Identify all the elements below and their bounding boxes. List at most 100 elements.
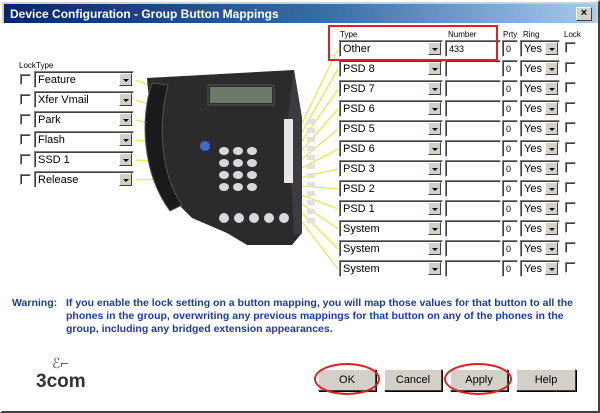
chevron-down-icon[interactable]: [545, 202, 558, 215]
ring-select[interactable]: Yes: [520, 60, 560, 77]
ring-select[interactable]: Yes: [520, 220, 560, 237]
right-type-select[interactable]: System: [339, 220, 443, 237]
ring-select[interactable]: Yes: [520, 240, 560, 257]
chevron-down-icon[interactable]: [545, 222, 558, 235]
right-type-select[interactable]: PSD 6: [339, 100, 443, 117]
number-input[interactable]: [445, 160, 501, 177]
chevron-down-icon[interactable]: [119, 113, 132, 126]
right-type-select[interactable]: System: [339, 260, 443, 277]
chevron-down-icon[interactable]: [119, 93, 132, 106]
right-lock-checkbox[interactable]: [565, 142, 576, 153]
chevron-down-icon[interactable]: [428, 102, 441, 115]
number-input[interactable]: [445, 260, 501, 277]
priority-input[interactable]: 0: [502, 180, 518, 197]
close-button[interactable]: ×: [576, 7, 592, 21]
right-lock-checkbox[interactable]: [565, 222, 576, 233]
right-type-select[interactable]: PSD 3: [339, 160, 443, 177]
right-lock-checkbox[interactable]: [565, 102, 576, 113]
number-input[interactable]: [445, 100, 501, 117]
priority-input[interactable]: 0: [502, 100, 518, 117]
chevron-down-icon[interactable]: [545, 82, 558, 95]
chevron-down-icon[interactable]: [119, 133, 132, 146]
ring-select[interactable]: Yes: [520, 40, 560, 57]
chevron-down-icon[interactable]: [545, 42, 558, 55]
chevron-down-icon[interactable]: [545, 262, 558, 275]
chevron-down-icon[interactable]: [428, 162, 441, 175]
chevron-down-icon[interactable]: [428, 262, 441, 275]
left-type-select[interactable]: Feature: [34, 71, 134, 88]
priority-input[interactable]: 0: [502, 140, 518, 157]
chevron-down-icon[interactable]: [428, 82, 441, 95]
chevron-down-icon[interactable]: [119, 153, 132, 166]
right-type-select[interactable]: PSD 6: [339, 140, 443, 157]
ring-select[interactable]: Yes: [520, 200, 560, 217]
right-lock-checkbox[interactable]: [565, 162, 576, 173]
chevron-down-icon[interactable]: [119, 173, 132, 186]
number-input[interactable]: [445, 220, 501, 237]
left-lock-checkbox[interactable]: [20, 114, 31, 125]
priority-input[interactable]: 0: [502, 80, 518, 97]
right-type-select[interactable]: PSD 8: [339, 60, 443, 77]
right-type-select[interactable]: PSD 2: [339, 180, 443, 197]
number-input[interactable]: [445, 200, 501, 217]
chevron-down-icon[interactable]: [428, 62, 441, 75]
priority-input[interactable]: 0: [502, 220, 518, 237]
number-input[interactable]: [445, 240, 501, 257]
chevron-down-icon[interactable]: [545, 162, 558, 175]
ring-select[interactable]: Yes: [520, 140, 560, 157]
chevron-down-icon[interactable]: [428, 122, 441, 135]
left-lock-checkbox[interactable]: [20, 94, 31, 105]
right-lock-checkbox[interactable]: [565, 42, 576, 53]
left-lock-checkbox[interactable]: [20, 134, 31, 145]
right-lock-checkbox[interactable]: [565, 82, 576, 93]
priority-input[interactable]: 0: [502, 60, 518, 77]
priority-input[interactable]: 0: [502, 200, 518, 217]
left-type-select[interactable]: Release: [34, 171, 134, 188]
priority-input[interactable]: 0: [502, 260, 518, 277]
number-input[interactable]: [445, 140, 501, 157]
priority-input[interactable]: 0: [502, 160, 518, 177]
number-input[interactable]: [445, 80, 501, 97]
help-button[interactable]: Help: [516, 369, 576, 391]
right-lock-checkbox[interactable]: [565, 62, 576, 73]
chevron-down-icon[interactable]: [545, 182, 558, 195]
right-type-select[interactable]: PSD 5: [339, 120, 443, 137]
chevron-down-icon[interactable]: [428, 182, 441, 195]
priority-input[interactable]: 0: [502, 120, 518, 137]
left-type-select[interactable]: Park: [34, 111, 134, 128]
left-lock-checkbox[interactable]: [20, 74, 31, 85]
right-type-select[interactable]: PSD 1: [339, 200, 443, 217]
right-type-select[interactable]: System: [339, 240, 443, 257]
priority-input[interactable]: 0: [502, 240, 518, 257]
priority-input[interactable]: 0: [502, 40, 518, 57]
chevron-down-icon[interactable]: [428, 222, 441, 235]
right-type-select[interactable]: PSD 7: [339, 80, 443, 97]
left-lock-checkbox[interactable]: [20, 154, 31, 165]
ring-select[interactable]: Yes: [520, 160, 560, 177]
chevron-down-icon[interactable]: [119, 73, 132, 86]
ring-select[interactable]: Yes: [520, 100, 560, 117]
left-type-select[interactable]: SSD 1: [34, 151, 134, 168]
cancel-button[interactable]: Cancel: [384, 369, 442, 391]
right-lock-checkbox[interactable]: [565, 202, 576, 213]
right-lock-checkbox[interactable]: [565, 122, 576, 133]
chevron-down-icon[interactable]: [545, 122, 558, 135]
right-lock-checkbox[interactable]: [565, 182, 576, 193]
number-input[interactable]: [445, 180, 501, 197]
chevron-down-icon[interactable]: [428, 242, 441, 255]
title-bar[interactable]: Device Configuration - Group Button Mapp…: [4, 4, 596, 23]
right-lock-checkbox[interactable]: [565, 262, 576, 273]
chevron-down-icon[interactable]: [545, 242, 558, 255]
right-lock-checkbox[interactable]: [565, 242, 576, 253]
chevron-down-icon[interactable]: [545, 142, 558, 155]
chevron-down-icon[interactable]: [428, 202, 441, 215]
ring-select[interactable]: Yes: [520, 120, 560, 137]
ring-select[interactable]: Yes: [520, 180, 560, 197]
number-input[interactable]: [445, 60, 501, 77]
number-input[interactable]: [445, 120, 501, 137]
ring-select[interactable]: Yes: [520, 80, 560, 97]
ring-select[interactable]: Yes: [520, 260, 560, 277]
chevron-down-icon[interactable]: [545, 102, 558, 115]
chevron-down-icon[interactable]: [428, 142, 441, 155]
chevron-down-icon[interactable]: [545, 62, 558, 75]
